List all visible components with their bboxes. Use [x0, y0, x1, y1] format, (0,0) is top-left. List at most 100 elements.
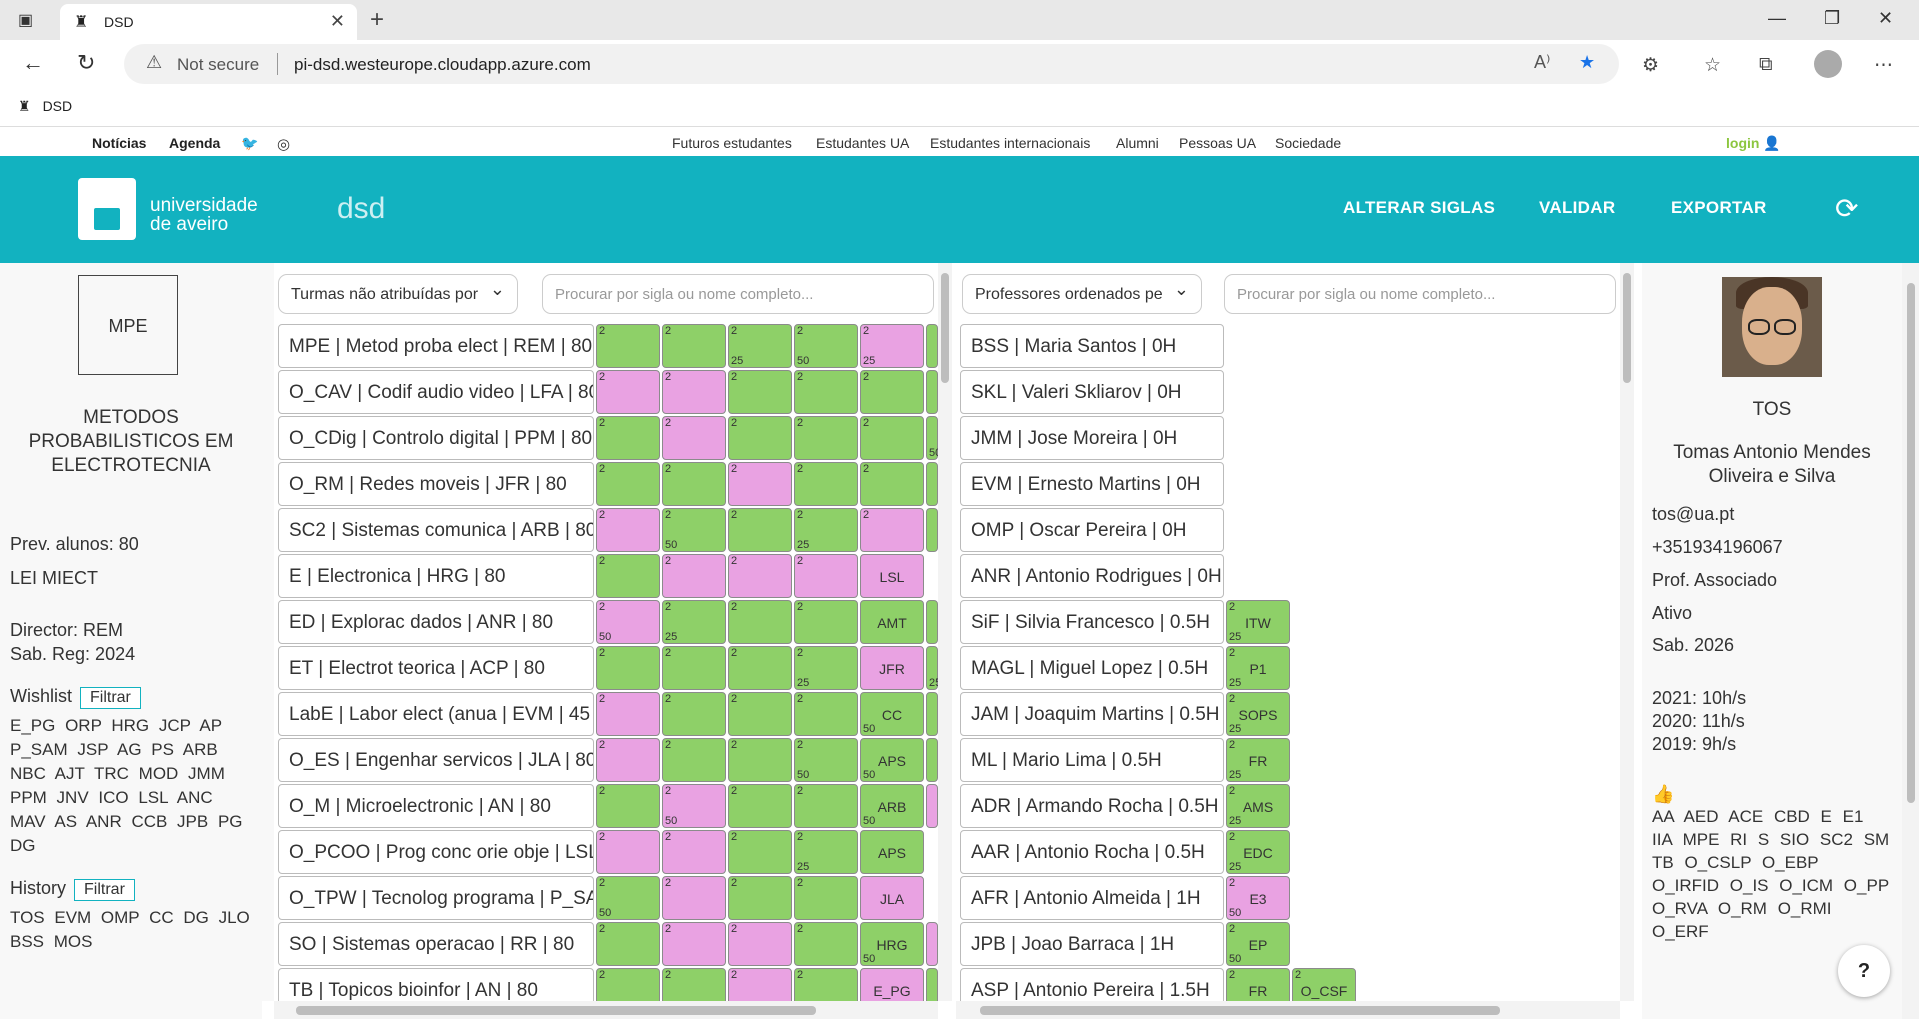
- instagram-icon[interactable]: ◎: [277, 135, 290, 153]
- slot-cell[interactable]: 2 25 P1: [1226, 646, 1290, 690]
- slot-cell[interactable]: 2: [662, 554, 726, 598]
- slot-cell[interactable]: [926, 600, 938, 644]
- exportar-button[interactable]: EXPORTAR: [1671, 198, 1767, 218]
- item-label[interactable]: ED | Explorac dados | ANR | 80: [278, 600, 594, 644]
- item-label[interactable]: ADR | Armando Rocha | 0.5H: [960, 784, 1224, 828]
- item-label[interactable]: SO | Sistemas operacao | RR | 80: [278, 922, 594, 966]
- slot-cell[interactable]: 2: [662, 830, 726, 874]
- slot-cell[interactable]: 2: [728, 462, 792, 506]
- refresh-icon[interactable]: ⟳: [1835, 192, 1858, 225]
- link-noticias[interactable]: Notícias: [92, 135, 146, 151]
- item-label[interactable]: JAM | Joaquim Martins | 0.5H: [960, 692, 1224, 736]
- slot-cell[interactable]: 2: [794, 692, 858, 736]
- profs-search-input[interactable]: Procurar por sigla ou nome completo...: [1224, 274, 1616, 314]
- slot-cell[interactable]: 2: [794, 876, 858, 920]
- twitter-icon[interactable]: 🐦: [241, 135, 258, 152]
- slot-cell[interactable]: [926, 692, 938, 736]
- slot-cell[interactable]: 2: [596, 324, 660, 368]
- ua-logo-icon[interactable]: [78, 178, 136, 240]
- item-label[interactable]: E | Electronica | HRG | 80: [278, 554, 594, 598]
- item-label[interactable]: ET | Electrot teorica | ACP | 80: [278, 646, 594, 690]
- item-label[interactable]: AFR | Antonio Almeida | 1H: [960, 876, 1224, 920]
- link-estudantes-ua[interactable]: Estudantes UA: [816, 135, 909, 151]
- slot-cell[interactable]: 2: [728, 738, 792, 782]
- slot-cell[interactable]: 2: [596, 370, 660, 414]
- turmas-hscroll-thumb[interactable]: [296, 1006, 816, 1015]
- restore-icon[interactable]: ❐: [1824, 8, 1840, 29]
- slot-cell[interactable]: JFR: [860, 646, 924, 690]
- slot-cell[interactable]: 50 CC: [860, 692, 924, 736]
- item-label[interactable]: BSS | Maria Santos | 0H: [960, 324, 1224, 368]
- slot-cell[interactable]: 2: [794, 922, 858, 966]
- slot-cell[interactable]: 2 50: [794, 324, 858, 368]
- item-label[interactable]: SiF | Silvia Francesco | 0.5H: [960, 600, 1224, 644]
- alterar-siglas-button[interactable]: ALTERAR SIGLAS: [1343, 198, 1495, 218]
- profs-vscroll[interactable]: [1620, 263, 1634, 1001]
- not-secure-label[interactable]: Not secure: [177, 55, 259, 75]
- slot-cell[interactable]: [926, 784, 938, 828]
- profs-hscroll[interactable]: [956, 1001, 1620, 1019]
- slot-cell[interactable]: 2: [662, 370, 726, 414]
- slot-cell[interactable]: 2: [860, 462, 924, 506]
- slot-cell[interactable]: 2 25 SOPS: [1226, 692, 1290, 736]
- back-icon[interactable]: ←: [22, 50, 44, 76]
- turmas-vscroll-thumb[interactable]: [941, 273, 949, 383]
- slot-cell[interactable]: 2: [728, 508, 792, 552]
- slot-cell[interactable]: 2: [728, 646, 792, 690]
- slot-cell[interactable]: 2 50: [662, 508, 726, 552]
- slot-cell[interactable]: 2 25 FR: [1226, 738, 1290, 782]
- slot-cell[interactable]: 2 25: [794, 508, 858, 552]
- slot-cell[interactable]: 50 APS: [860, 738, 924, 782]
- item-label[interactable]: JPB | Joao Barraca | 1H: [960, 922, 1224, 966]
- extensions-icon[interactable]: ⚙: [1642, 54, 1659, 77]
- slot-cell[interactable]: 2 25 AMS: [1226, 784, 1290, 828]
- favorites-icon[interactable]: ☆: [1704, 54, 1721, 77]
- slot-cell[interactable]: 2: [794, 784, 858, 828]
- left-scrollbar[interactable]: [262, 263, 274, 1001]
- slot-cell[interactable]: 2: [596, 462, 660, 506]
- slot-cell[interactable]: 2: [596, 416, 660, 460]
- profs-hscroll-thumb[interactable]: [980, 1006, 1500, 1015]
- slot-cell[interactable]: 2 25: [794, 830, 858, 874]
- slot-cell[interactable]: 2: [794, 462, 858, 506]
- slot-cell[interactable]: 2: [662, 324, 726, 368]
- tab-actions-icon[interactable]: ▣: [18, 10, 38, 30]
- item-label[interactable]: O_CAV | Codif audio video | LFA | 80: [278, 370, 594, 414]
- slot-cell[interactable]: 2: [662, 876, 726, 920]
- slot-cell[interactable]: 2: [596, 508, 660, 552]
- slot-cell[interactable]: 2: [794, 416, 858, 460]
- item-label[interactable]: O_CDig | Controlo digital | PPM | 80: [278, 416, 594, 460]
- page-vscroll[interactable]: [1902, 263, 1919, 1019]
- history-filter-button[interactable]: Filtrar: [74, 879, 135, 901]
- more-menu-icon[interactable]: ⋯: [1874, 54, 1893, 77]
- slot-cell[interactable]: [926, 922, 938, 966]
- login-link[interactable]: login 👤: [1726, 135, 1781, 152]
- item-label[interactable]: SC2 | Sistemas comunica | ARB | 80: [278, 508, 594, 552]
- slot-cell[interactable]: [926, 324, 938, 368]
- slot-cell[interactable]: 2 25 EDC: [1226, 830, 1290, 874]
- slot-cell[interactable]: [926, 508, 938, 552]
- slot-cell[interactable]: 2 50: [596, 876, 660, 920]
- link-agenda[interactable]: Agenda: [169, 135, 220, 151]
- slot-cell[interactable]: 2: [662, 416, 726, 460]
- item-label[interactable]: AAR | Antonio Rocha | 0.5H: [960, 830, 1224, 874]
- slot-cell[interactable]: 2 50: [794, 738, 858, 782]
- slot-cell[interactable]: 2 50 EP: [1226, 922, 1290, 966]
- slot-cell[interactable]: 2: [860, 416, 924, 460]
- link-pessoas-ua[interactable]: Pessoas UA: [1179, 135, 1256, 151]
- item-label[interactable]: O_RM | Redes moveis | JFR | 80: [278, 462, 594, 506]
- slot-cell[interactable]: 25: [926, 646, 941, 690]
- slot-cell[interactable]: 50 ARB: [860, 784, 924, 828]
- bookmark-dsd[interactable]: ♜ DSD: [18, 98, 72, 115]
- slot-cell[interactable]: 2 50 E3: [1226, 876, 1290, 920]
- slot-cell[interactable]: 2: [662, 646, 726, 690]
- item-label[interactable]: JMM | Jose Moreira | 0H: [960, 416, 1224, 460]
- profs-vscroll-thumb[interactable]: [1623, 273, 1631, 383]
- item-label[interactable]: OMP | Oscar Pereira | 0H: [960, 508, 1224, 552]
- item-label[interactable]: EVM | Ernesto Martins | 0H: [960, 462, 1224, 506]
- slot-cell[interactable]: 2 25: [794, 646, 858, 690]
- turmas-hscroll[interactable]: [274, 1001, 938, 1019]
- wishlist-filter-button[interactable]: Filtrar: [80, 687, 141, 709]
- slot-cell[interactable]: 2 25: [662, 600, 726, 644]
- slot-cell[interactable]: 2: [596, 784, 660, 828]
